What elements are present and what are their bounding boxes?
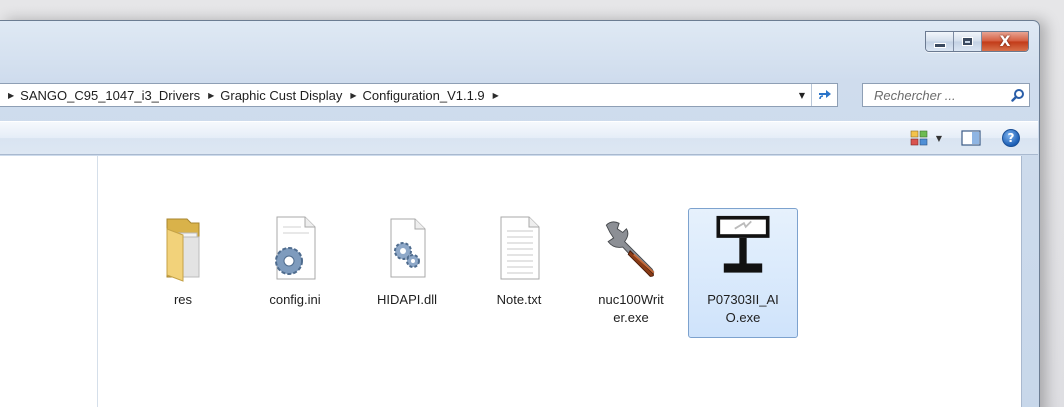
help-icon[interactable]: ? [1002, 129, 1020, 147]
refresh-icon [818, 90, 831, 100]
close-button[interactable]: X [982, 32, 1028, 51]
file-item-nuc100writer-exe[interactable]: nuc100Writ er.exe [576, 208, 686, 338]
breadcrumb: ▶ SANGO_C95_1047_i3_Drivers ▶ Graphic Cu… [0, 84, 505, 106]
breadcrumb-item-configuration[interactable]: Configuration_V1.1.9 [363, 88, 485, 103]
folder-icon [151, 211, 215, 283]
views-dropdown-button[interactable]: ▼ [936, 134, 942, 143]
navigation-pane-divider[interactable] [97, 156, 98, 407]
file-name: HIDAPI.dll [377, 292, 437, 307]
breadcrumb-item-graphic-cust-display[interactable]: Graphic Cust Display [220, 88, 342, 103]
file-item-config-ini[interactable]: config.ini [240, 208, 350, 338]
file-name: Note.txt [496, 292, 542, 307]
wrench-icon [599, 211, 663, 283]
title-bar[interactable] [0, 21, 1039, 51]
command-bar: ▼ ? [0, 121, 1038, 155]
address-row: ▶ SANGO_C95_1047_i3_Drivers ▶ Graphic Cu… [0, 83, 1039, 109]
dll-file-icon [375, 211, 439, 283]
chevron-right-icon[interactable]: ▶ [493, 91, 499, 100]
file-item-note-txt[interactable]: Note.txt [464, 208, 574, 338]
change-view-button[interactable] [908, 128, 930, 148]
file-item-p07303ii-aio-exe[interactable]: P07303II_AI O.exe [688, 208, 798, 338]
file-list-pane: res config.ini HIDAPI.dll Note.txt nuc10… [0, 156, 1022, 407]
chevron-right-icon[interactable]: ▶ [208, 91, 214, 100]
close-icon: X [999, 33, 1011, 50]
preview-pane-icon [961, 130, 981, 146]
display-device-icon [711, 211, 775, 283]
file-name: config.ini [269, 292, 321, 307]
address-history-dropdown[interactable]: ▼ [793, 84, 811, 106]
settings-file-icon [263, 211, 327, 283]
minimize-icon [933, 43, 946, 48]
refresh-button[interactable] [811, 84, 837, 106]
file-name: res [173, 292, 193, 307]
file-item-hidapi-dll[interactable]: HIDAPI.dll [352, 208, 462, 338]
text-file-icon [487, 211, 551, 283]
preview-pane-button[interactable] [960, 128, 982, 148]
file-name: P07303II_AI O.exe [707, 292, 779, 325]
chevron-right-icon[interactable]: ▶ [8, 91, 14, 100]
breadcrumb-item-drivers[interactable]: SANGO_C95_1047_i3_Drivers [20, 88, 200, 103]
search-icon[interactable] [1007, 84, 1029, 106]
file-grid: res config.ini HIDAPI.dll Note.txt nuc10… [128, 208, 800, 338]
address-bar[interactable]: ▶ SANGO_C95_1047_i3_Drivers ▶ Graphic Cu… [0, 83, 838, 107]
views-icon [910, 130, 928, 146]
minimize-button[interactable] [926, 32, 954, 51]
caption-buttons: X [925, 31, 1029, 52]
maximize-button[interactable] [954, 32, 982, 51]
chevron-right-icon[interactable]: ▶ [350, 91, 356, 100]
view-controls: ▼ ? [908, 128, 1020, 148]
file-name: nuc100Writ er.exe [598, 292, 664, 325]
maximize-icon [962, 37, 973, 46]
search-input[interactable]: Rechercher ... [874, 88, 1007, 103]
file-item-res[interactable]: res [128, 208, 238, 338]
search-box[interactable]: Rechercher ... [862, 83, 1030, 107]
explorer-window: X ▶ SANGO_C95_1047_i3_Drivers ▶ Graphic … [0, 20, 1040, 407]
